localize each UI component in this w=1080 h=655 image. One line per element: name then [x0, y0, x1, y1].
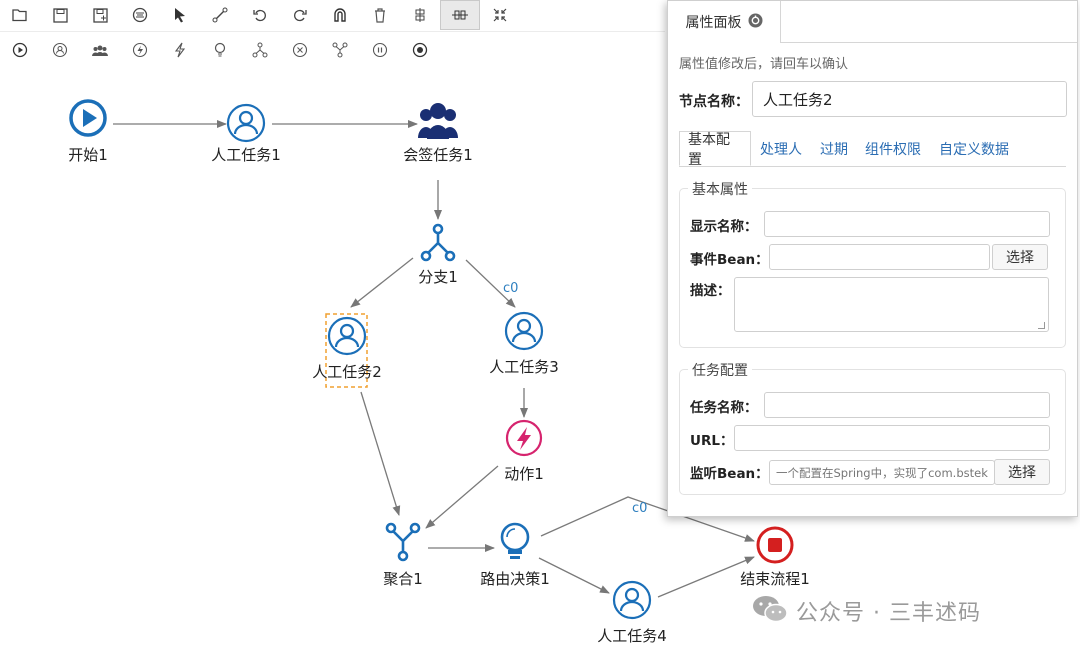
property-panel-title: 属性面板: [685, 15, 742, 31]
node-label: 人工任务2: [312, 363, 382, 381]
node-label: 开始1: [68, 146, 108, 164]
description-textarea[interactable]: [734, 277, 1049, 332]
property-panel: 属性面板 属性值修改后，请回车以确认 节点名称： 人工任务2 基本配置 处理人 …: [667, 0, 1078, 517]
resize-handle-icon[interactable]: [1038, 322, 1045, 329]
edge-fork1-task2[interactable]: [350, 257, 414, 308]
node-label: 分支1: [418, 268, 458, 286]
edge-action1-join1[interactable]: [425, 465, 499, 529]
url-label: URL：: [690, 433, 734, 449]
node-task1[interactable]: 人工任务1: [211, 103, 281, 164]
node-start1[interactable]: 开始1: [68, 99, 108, 164]
lightning-action-icon: [505, 419, 543, 457]
node-fork1[interactable]: 分支1: [418, 223, 458, 286]
property-hint: 属性值修改后，请回车以确认: [679, 57, 849, 72]
node-label: 结束流程1: [740, 570, 810, 588]
diagram-edges: [113, 120, 755, 598]
tab-component-permission[interactable]: 组件权限: [865, 131, 921, 166]
stop-end-icon: [756, 526, 794, 564]
event-bean-input[interactable]: [769, 244, 990, 270]
event-bean-select-button[interactable]: 选择: [992, 244, 1048, 270]
countersign-users-icon: [418, 103, 458, 139]
basic-attributes-legend: 基本属性: [688, 179, 752, 199]
settings-icon[interactable]: [748, 13, 763, 32]
condition-label: c0: [503, 281, 518, 296]
listener-bean-input[interactable]: 一个配置在Spring中，实现了com.bstek: [769, 460, 995, 485]
node-label: 人工任务1: [211, 146, 281, 164]
condition-label: c0: [632, 501, 647, 516]
node-task4[interactable]: 人工任务4: [597, 580, 667, 645]
listener-bean-label: 监听Bean：: [690, 466, 769, 482]
lightbulb-decision-icon: [500, 522, 530, 559]
node-name-label: 节点名称：: [679, 94, 749, 110]
node-name-input[interactable]: 人工任务2: [752, 81, 1067, 117]
node-label: 聚合1: [383, 570, 423, 588]
tab-bar-divider: [780, 42, 1077, 43]
user-task-icon: [504, 311, 544, 351]
display-name-label: 显示名称：: [690, 219, 758, 235]
tab-handler[interactable]: 处理人: [760, 131, 802, 166]
event-bean-label: 事件Bean：: [690, 252, 769, 268]
node-action1[interactable]: 动作1: [504, 419, 544, 483]
node-task2[interactable]: 人工任务2: [312, 313, 382, 388]
basic-attributes-group: 基本属性 显示名称： 事件Bean： 选择 描述：: [679, 179, 1066, 348]
task-config-group: 任务配置 任务名称： URL： 监听Bean： 一个配置在Spring中，实现了…: [679, 360, 1066, 495]
property-panel-tab[interactable]: 属性面板: [668, 1, 781, 43]
task-config-legend: 任务配置: [688, 360, 752, 380]
node-join1[interactable]: 聚合1: [383, 522, 423, 588]
watermark: 公众号 · 三丰述码: [752, 594, 981, 628]
play-circle-icon: [69, 99, 107, 137]
node-label: 动作1: [504, 465, 544, 483]
fork-branch-icon: [420, 223, 456, 262]
node-sign1[interactable]: 会签任务1: [403, 103, 473, 164]
wechat-logo-icon: [752, 594, 788, 628]
task-name-input[interactable]: [764, 392, 1050, 418]
display-name-input[interactable]: [764, 211, 1050, 237]
node-decision1[interactable]: 路由决策1: [480, 522, 550, 588]
url-input[interactable]: [734, 425, 1050, 451]
watermark-text: 公众号 · 三丰述码: [796, 601, 981, 626]
task-name-label: 任务名称：: [690, 400, 758, 416]
node-label: 人工任务3: [489, 358, 559, 376]
node-task3[interactable]: 人工任务3: [489, 311, 559, 376]
node-label: 人工任务4: [597, 627, 667, 645]
config-subtabs: 基本配置 处理人 过期 组件权限 自定义数据: [679, 131, 1066, 168]
description-label: 描述：: [690, 283, 731, 299]
join-merge-icon: [385, 522, 421, 562]
user-task-icon: [226, 103, 266, 143]
tab-custom-data[interactable]: 自定义数据: [939, 131, 1009, 166]
edge-task2-join1[interactable]: [360, 391, 401, 516]
node-label: 会签任务1: [403, 146, 473, 164]
user-task-icon: [612, 580, 652, 620]
user-task-icon: [327, 316, 367, 356]
listener-bean-select-button[interactable]: 选择: [994, 459, 1050, 485]
node-label: 路由决策1: [480, 570, 550, 588]
tab-expiration[interactable]: 过期: [820, 131, 848, 166]
tab-basic-config[interactable]: 基本配置: [679, 131, 751, 168]
